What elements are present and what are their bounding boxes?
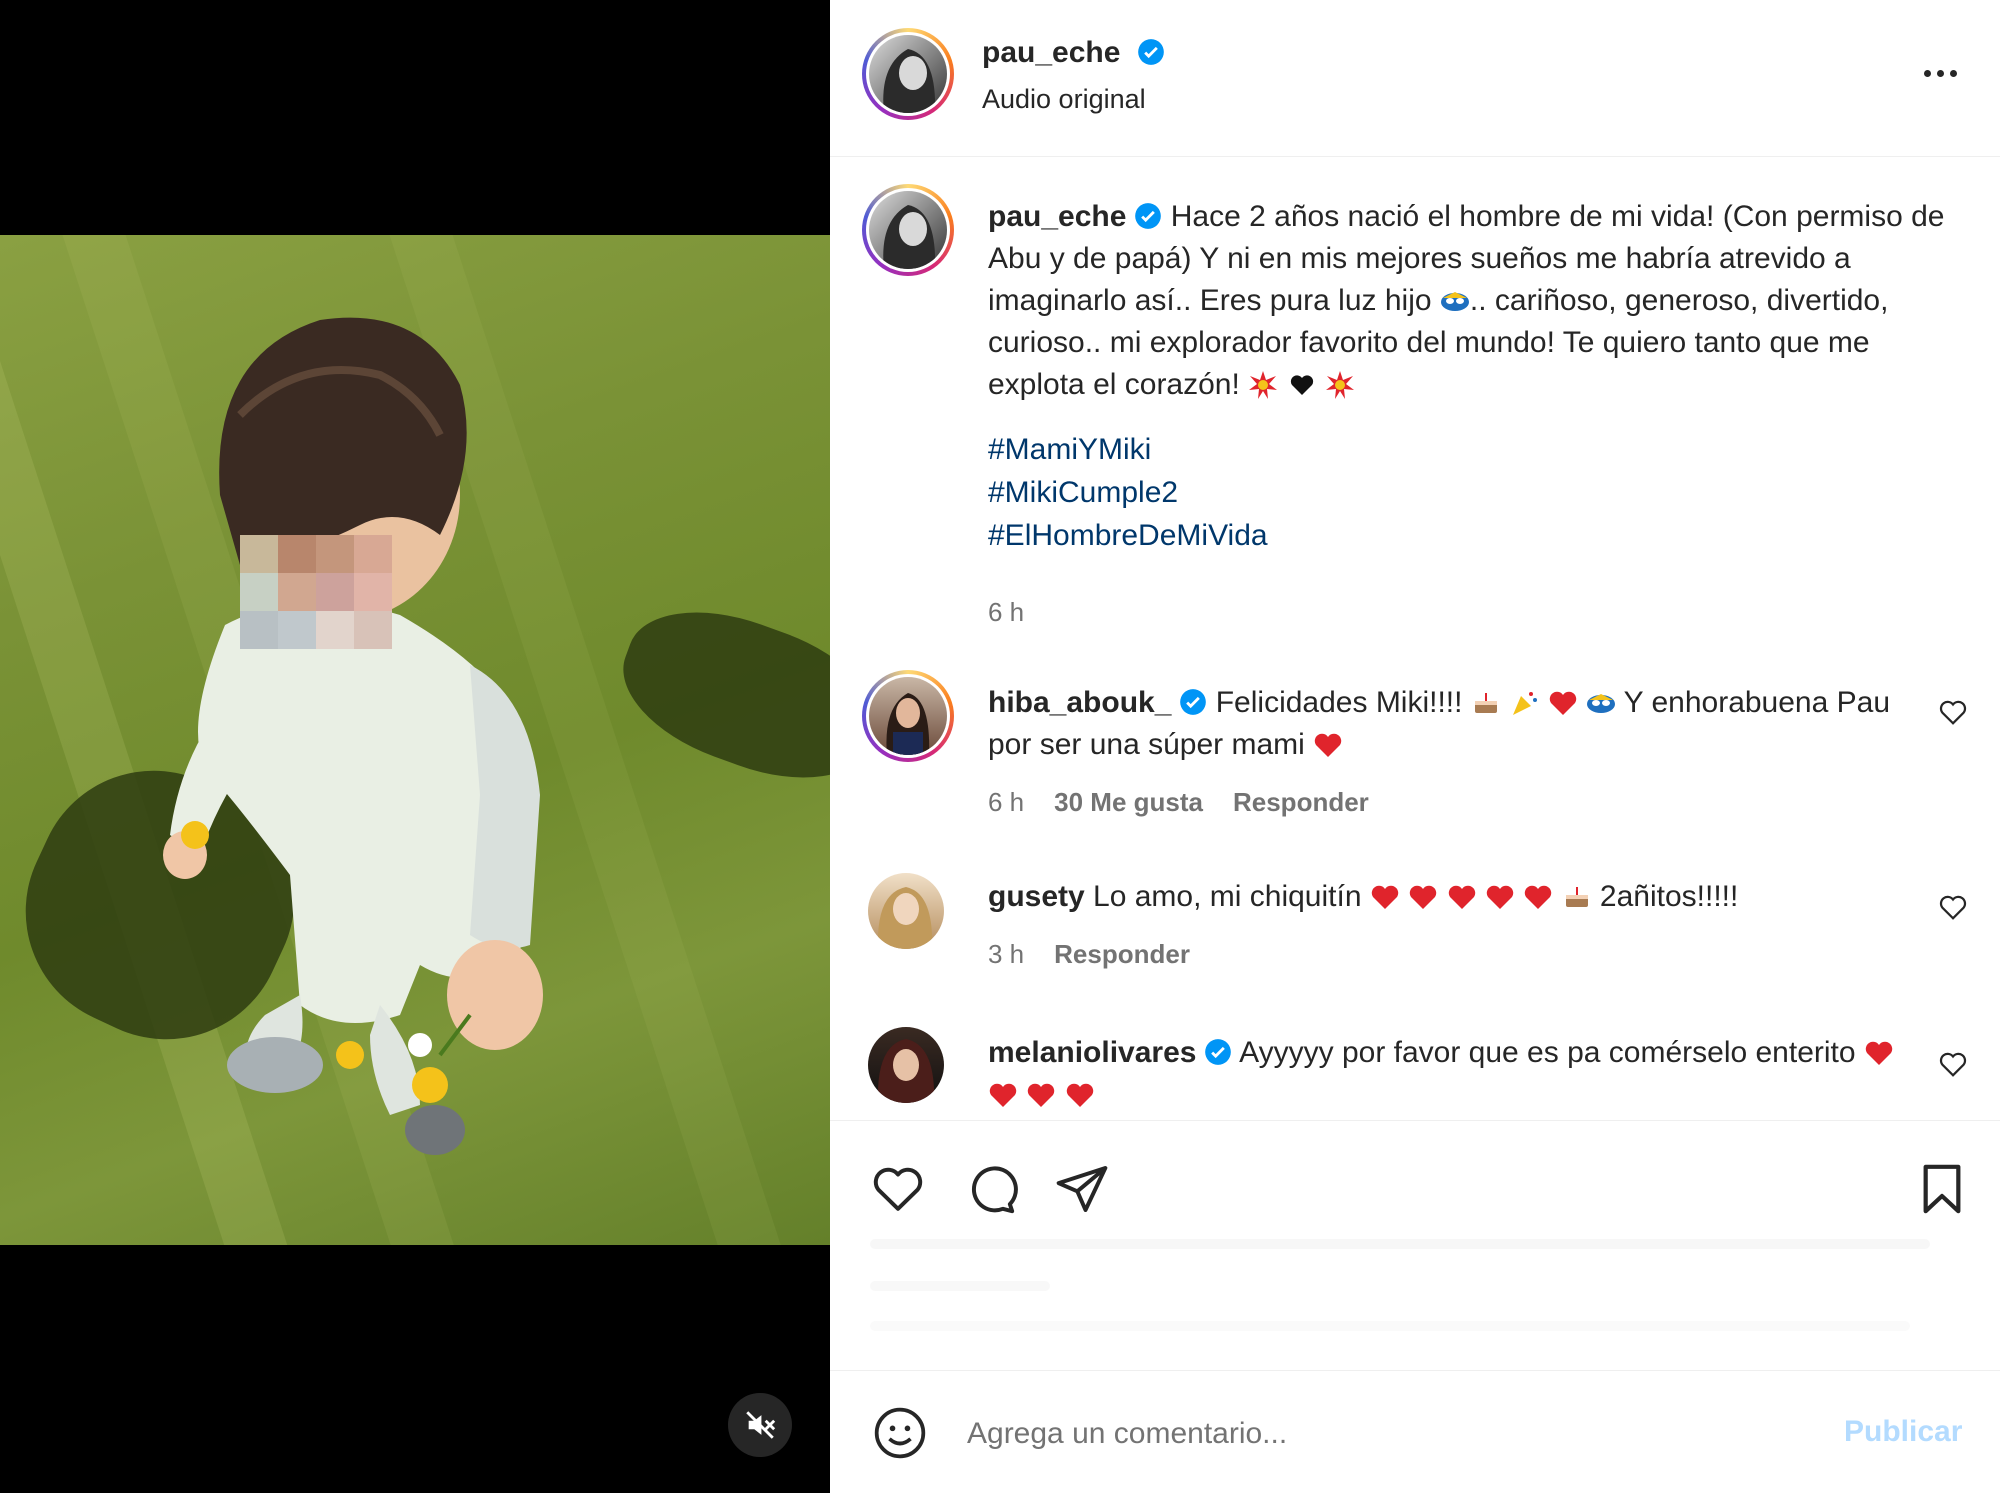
post-actions-bar <box>830 1120 2000 1371</box>
comments-list[interactable]: pau_eche Hace 2 años nació el hombre de … <box>830 157 2000 1120</box>
author-avatar[interactable] <box>862 28 954 120</box>
more-options-button[interactable] <box>1910 58 1970 88</box>
mute-button[interactable] <box>728 1393 792 1457</box>
comment-avatar[interactable] <box>868 1027 944 1103</box>
post-photo <box>0 235 830 1245</box>
red-heart-emoji-icon <box>1486 885 1514 909</box>
comment-username[interactable]: hiba_abouk_ <box>988 686 1171 719</box>
like-heart-icon[interactable] <box>870 1161 926 1217</box>
red-heart-emoji-icon <box>989 1083 1017 1107</box>
share-paper-plane-icon[interactable] <box>1054 1161 1110 1217</box>
cake-emoji-icon <box>1474 693 1497 713</box>
hashtag-link[interactable]: #MikiCumple2 <box>988 471 1948 514</box>
hashtag-link[interactable]: #ElHombreDeMiVida <box>988 514 1948 557</box>
reply-button[interactable]: Responder <box>1233 787 1369 818</box>
comment-text: melaniolivares Ayyyyy por favor que es p… <box>988 1032 1908 1116</box>
comment-text: gusety Lo amo, mi chiquitín 2añitos!!!!! <box>988 880 1739 913</box>
red-heart-emoji-icon <box>1371 885 1399 909</box>
caption-avatar[interactable] <box>862 184 954 276</box>
like-comment-heart-icon[interactable] <box>1938 1049 1968 1079</box>
reply-button[interactable]: Responder <box>1054 939 1190 970</box>
hashtag-link[interactable]: #MamiYMiki <box>988 428 1948 471</box>
verified-badge-icon <box>1205 1039 1232 1065</box>
cake-emoji-icon <box>1565 887 1588 907</box>
audio-label[interactable]: Audio original <box>982 84 1146 115</box>
post-detail-pane: pau_eche Audio original pau_eche Hace 2 … <box>830 0 2000 1493</box>
party-popper-emoji-icon <box>1513 692 1538 715</box>
red-heart-emoji-icon <box>1028 1083 1055 1107</box>
comment-bubble-icon[interactable] <box>962 1161 1018 1217</box>
superhero-mask-emoji-icon <box>1586 694 1615 713</box>
verified-badge-icon <box>1135 203 1162 229</box>
emoji-smiley-icon[interactable] <box>872 1405 928 1461</box>
caption-text: pau_eche Hace 2 años nació el hombre de … <box>988 196 1948 557</box>
red-heart-emoji-icon <box>1066 1083 1093 1107</box>
like-comment-heart-icon[interactable] <box>1938 697 1968 727</box>
post-header: pau_eche Audio original <box>830 0 2000 157</box>
collision-emoji-icon <box>1325 371 1354 399</box>
caption-meta: 6 h <box>988 597 1024 628</box>
save-bookmark-icon[interactable] <box>1914 1161 1970 1217</box>
collision-emoji-icon <box>1249 371 1278 399</box>
red-heart-emoji-icon <box>1448 885 1475 909</box>
add-comment-bar: Publicar <box>830 1370 2000 1494</box>
like-comment-heart-icon[interactable] <box>1938 892 1968 922</box>
publish-button[interactable]: Publicar <box>1844 1415 1962 1449</box>
child-figure <box>163 317 543 1155</box>
caption-username[interactable]: pau_eche <box>988 200 1126 233</box>
comment-username[interactable]: gusety <box>988 880 1085 913</box>
verified-badge-icon <box>1137 39 1164 65</box>
comment-meta: 6 h 30 Me gusta Responder <box>988 787 1369 818</box>
superhero-mask-emoji-icon <box>1440 292 1469 311</box>
post-media[interactable] <box>0 0 830 1493</box>
red-heart-emoji-icon <box>1865 1041 1893 1065</box>
comment-likes-count[interactable]: 30 Me gusta <box>1054 787 1203 818</box>
red-heart-emoji-icon <box>1549 691 1576 715</box>
comment-username[interactable]: melaniolivares <box>988 1036 1196 1069</box>
author-username[interactable]: pau_eche <box>982 36 1165 70</box>
comment-meta: 3 h Responder <box>988 939 1190 970</box>
comment-avatar[interactable] <box>868 873 944 949</box>
speaker-muted-icon <box>746 1411 776 1439</box>
comment-input[interactable] <box>965 1409 1789 1459</box>
verified-badge-icon <box>1180 689 1207 715</box>
comment-timestamp[interactable]: 6 h <box>988 787 1024 818</box>
comment-text: hiba_abouk_ Felicidades Miki!!!! Y enhor… <box>988 686 1891 761</box>
caption-timestamp[interactable]: 6 h <box>988 597 1024 628</box>
more-horizontal-icon <box>1923 69 1931 77</box>
black-heart-icon <box>1290 375 1313 395</box>
comment-avatar[interactable] <box>862 670 954 762</box>
comment-timestamp[interactable]: 3 h <box>988 939 1024 970</box>
red-heart-emoji-icon <box>1314 733 1342 757</box>
red-heart-emoji-icon <box>1409 885 1437 909</box>
red-heart-emoji-icon <box>1525 885 1552 909</box>
